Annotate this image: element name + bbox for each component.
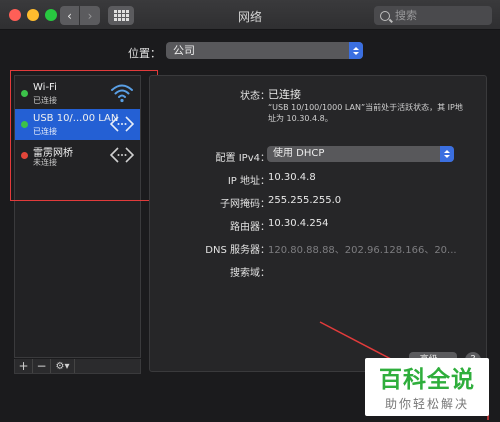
remove-service-button[interactable]: − <box>33 359 51 373</box>
title-bar: ‹ › 网络 <box>0 0 500 30</box>
watermark-subtitle: 助你轻松解决 <box>384 397 469 411</box>
router-value: 10.30.4.254 <box>268 218 329 229</box>
status-description: “USB 10/100/1000 LAN”当前处于活跃状态，其 IP地址为 10… <box>268 103 463 123</box>
watermark-logo: 百科全说 助你轻松解决 <box>365 358 489 416</box>
ipv4-value: 使用 DHCP <box>273 148 325 159</box>
location-label: 位置： <box>128 47 161 60</box>
ipv4-label: 配置 IPv4： <box>215 153 270 164</box>
annotation-box <box>10 70 158 201</box>
add-service-button[interactable]: + <box>15 359 33 373</box>
ip-value: 10.30.4.8 <box>268 172 316 183</box>
sidebar-toolbar: + − ⚙▾ <box>14 359 141 374</box>
search-domain-label: 搜索域： <box>230 268 270 279</box>
location-stepper-icon <box>349 42 363 59</box>
location-select[interactable]: 公司 <box>166 42 363 59</box>
watermark-title: 百科全说 <box>379 367 475 393</box>
ipv4-stepper-icon <box>440 146 454 162</box>
search-icon <box>380 10 390 21</box>
search-input[interactable] <box>395 9 475 22</box>
search-field[interactable] <box>374 6 492 25</box>
subnet-value: 255.255.255.0 <box>268 195 342 206</box>
dns-label: DNS 服务器： <box>205 245 270 256</box>
router-label: 路由器： <box>230 222 270 233</box>
gear-menu-button[interactable]: ⚙▾ <box>51 359 75 373</box>
location-value: 公司 <box>173 44 195 57</box>
status-label: 状态： <box>240 91 270 102</box>
subnet-label: 子网掩码： <box>220 199 270 210</box>
dns-value: 120.80.88.88、202.96.128.166、20... <box>268 245 457 256</box>
ipv4-select[interactable]: 使用 DHCP <box>267 146 454 162</box>
status-value: 已连接 <box>268 88 301 101</box>
ip-label: IP 地址： <box>227 176 270 187</box>
